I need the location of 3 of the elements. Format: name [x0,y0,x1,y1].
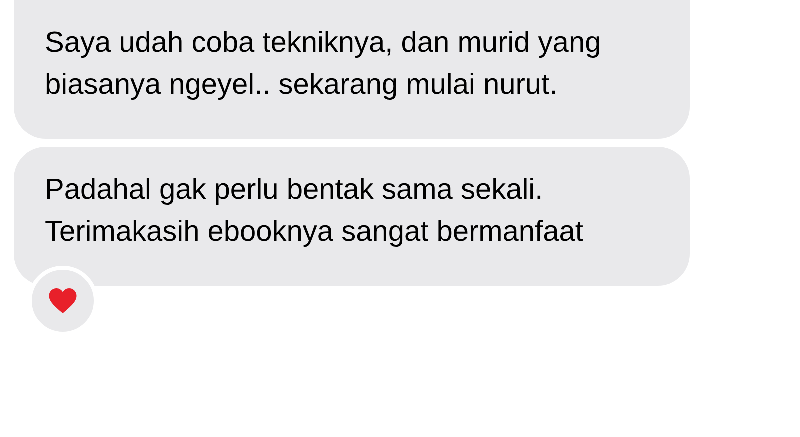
message-text: Padahal gak perlu bentak sama sekali. Terimakasih ebooknya sangat bermanfaat [45,173,584,250]
heart-icon [48,287,78,315]
message-text: Saya udah coba tekniknya, dan murid yang biasanya ngeyel.. sekarang mulai nurut. [45,26,602,103]
